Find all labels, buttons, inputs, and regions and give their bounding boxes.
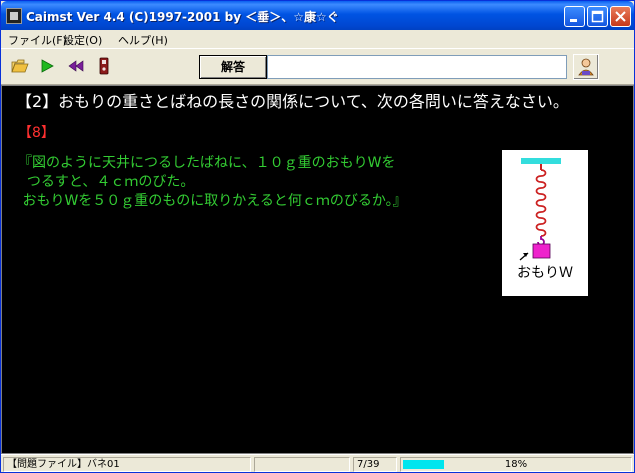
- spring-coil: [535, 169, 547, 237]
- minimize-button[interactable]: [564, 6, 585, 27]
- maximize-icon: [591, 10, 604, 23]
- weight-block: [532, 243, 551, 259]
- person-button[interactable]: [573, 54, 599, 80]
- question-number: 【8】: [18, 125, 55, 141]
- question-area: 【2】おもりの重さとばねの長さの関係について、次の各問いに答えなさい。 【8】 …: [1, 85, 634, 454]
- control-icon[interactable]: [95, 57, 113, 75]
- minimize-icon: [570, 19, 577, 22]
- question-title: 【2】おもりの重さとばねの長さの関係について、次の各問いに答えなさい。: [16, 92, 569, 111]
- play-icon[interactable]: [38, 57, 56, 75]
- question-text-2: つるすと、４ｃｍのびた。: [18, 174, 195, 190]
- person-icon: [578, 58, 594, 76]
- answer-button[interactable]: 解答: [199, 55, 267, 79]
- menu-settings[interactable]: 設定(O): [63, 32, 102, 48]
- menu-help[interactable]: ヘルプ(H): [118, 32, 168, 48]
- status-bar: 【問題ファイル】バネ01 7/39 18%: [1, 454, 634, 472]
- question-text-1: 『図のように天井につるしたばねに、１０ｇ重のおもりWを: [18, 155, 396, 171]
- app-icon[interactable]: [6, 8, 22, 24]
- answer-field[interactable]: [267, 55, 567, 79]
- question-text-3: おもりWを５０ｇ重のものに取りかえると何ｃｍのびるか。』: [18, 193, 407, 209]
- ceiling-bar: [521, 158, 561, 164]
- status-file: 【問題ファイル】バネ01: [3, 457, 251, 472]
- window-title: Caimst Ver 4.4 (C)1997-2001 by ＜垂＞、☆康☆ぐ: [26, 10, 339, 24]
- menu-file[interactable]: ファイル(F): [8, 32, 67, 48]
- status-count: 7/39: [353, 457, 397, 472]
- maximize-button[interactable]: [587, 6, 608, 27]
- weight-label: おもりＷ: [517, 265, 573, 281]
- spring-figure: おもりＷ: [502, 150, 588, 296]
- progress-text: 18%: [504, 459, 528, 470]
- toolbar: 解答: [1, 48, 634, 85]
- status-blank: [254, 457, 350, 472]
- close-button[interactable]: [610, 6, 631, 27]
- menu-bar: ファイル(F) 設定(O) ヘルプ(H): [1, 30, 634, 48]
- app-window: Caimst Ver 4.4 (C)1997-2001 by ＜垂＞、☆康☆ぐ …: [0, 0, 635, 473]
- folder-open-icon[interactable]: [11, 57, 29, 75]
- close-icon: [615, 11, 626, 22]
- progress-bar: 18%: [400, 457, 632, 472]
- title-bar[interactable]: Caimst Ver 4.4 (C)1997-2001 by ＜垂＞、☆康☆ぐ: [1, 1, 634, 30]
- rewind-icon[interactable]: [67, 57, 85, 75]
